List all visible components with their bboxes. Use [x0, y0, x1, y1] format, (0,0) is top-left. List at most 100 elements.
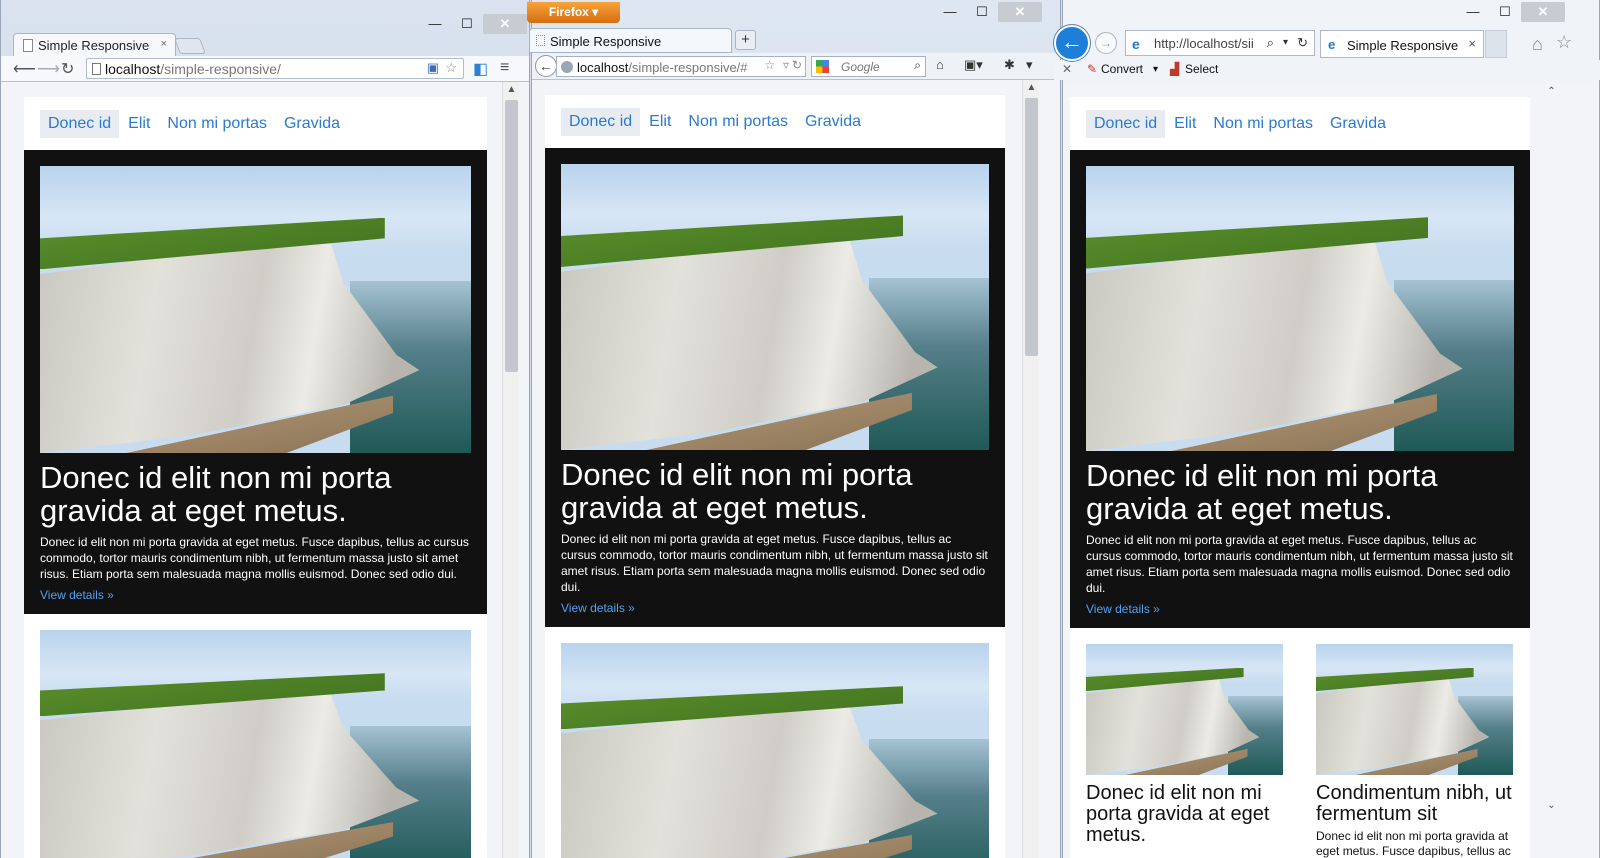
reload-icon[interactable]: ↻: [792, 58, 802, 72]
view-details-link[interactable]: View details »: [561, 601, 989, 615]
nav-donec-id[interactable]: Donec id: [40, 109, 120, 138]
close-button[interactable]: ✕: [998, 2, 1042, 22]
chrome-tab-title: Simple Responsive: [38, 38, 150, 53]
home-icon[interactable]: ⌂: [936, 57, 944, 72]
close-tab-icon[interactable]: ×: [161, 38, 167, 50]
chrome-tab[interactable]: Simple Responsive ×: [13, 33, 176, 57]
convert-button[interactable]: Convert: [1101, 62, 1143, 76]
minimize-button[interactable]: —: [419, 14, 451, 34]
nav-non-mi-portas[interactable]: Non mi portas: [680, 108, 796, 136]
home-icon[interactable]: ⌂: [1532, 34, 1543, 55]
dropdown-icon[interactable]: ▿: [783, 58, 789, 72]
firefox-tab[interactable]: Simple Responsive: [529, 28, 732, 53]
maximize-button[interactable]: ☐: [451, 14, 483, 34]
menu-icon[interactable]: ≡: [500, 59, 509, 77]
close-button[interactable]: ✕: [483, 14, 527, 34]
ie-logo-icon: e: [1328, 37, 1336, 52]
globe-icon: [561, 61, 573, 73]
new-tab-button[interactable]: [174, 38, 206, 54]
maximize-button[interactable]: ☐: [966, 2, 998, 22]
close-button[interactable]: ✕: [1521, 2, 1565, 22]
translate-icon[interactable]: ▣: [427, 60, 439, 76]
chrome-scrollbar[interactable]: ▲: [502, 82, 519, 858]
column-title: Donec id elit non mi porta gravida at eg…: [1086, 782, 1270, 846]
hero-title: Donec id elit non mi porta gravida at eg…: [40, 460, 392, 528]
ie-tab[interactable]: e Simple Responsive ×: [1320, 30, 1484, 58]
site-page: Donec id Elit Non mi portas Gravida Done…: [1070, 97, 1530, 858]
view-details-link[interactable]: View details »: [1086, 602, 1514, 616]
nav-elit[interactable]: Elit: [1166, 110, 1204, 138]
maximize-button[interactable]: ☐: [1489, 2, 1521, 22]
chrome-viewport: Donec id Elit Non mi portas Gravida Done…: [1, 82, 529, 858]
reload-icon[interactable]: ↻: [1297, 35, 1308, 51]
second-row: [545, 627, 1005, 858]
firefox-address-bar[interactable]: localhost/simple-responsive/# ☆ ▿ ↻: [556, 56, 806, 77]
cliff-photo: [40, 166, 471, 453]
favorites-icon[interactable]: ☆: [1556, 32, 1572, 53]
site-nav: Donec id Elit Non mi portas Gravida: [545, 95, 1005, 148]
firefox-search-box[interactable]: Google ⌕: [811, 56, 926, 77]
nav-gravida[interactable]: Gravida: [797, 108, 869, 136]
chrome-address-bar[interactable]: localhost/simple-responsive/ ▣ ☆: [86, 58, 464, 79]
nav-elit[interactable]: Elit: [120, 110, 158, 138]
bookmark-star-icon[interactable]: ☆: [445, 60, 457, 76]
nav-donec-id[interactable]: Donec id: [561, 107, 641, 136]
reload-icon[interactable]: ↻: [61, 59, 74, 79]
feature-column: Condimentum nibh, ut fermentum sit Donec…: [1316, 644, 1513, 858]
scroll-up-icon[interactable]: ▲: [1023, 82, 1040, 93]
scroll-down-icon[interactable]: ⌄: [1543, 800, 1560, 811]
hero-unit: Donec id elit non mi porta gravida at eg…: [24, 150, 487, 614]
nav-gravida[interactable]: Gravida: [1322, 110, 1394, 138]
select-icon: ▟: [1170, 62, 1180, 76]
new-tab-button[interactable]: [1485, 30, 1507, 58]
second-row: [24, 614, 487, 858]
bookmark-star-icon[interactable]: ☆: [764, 58, 775, 72]
overflow-icon[interactable]: ▾: [1026, 57, 1033, 73]
cliff-thumb: [1316, 644, 1513, 775]
chrome-toolbar: ⟵ ⟶ ↻ localhost/simple-responsive/ ▣ ☆ ◧…: [1, 56, 529, 82]
select-button[interactable]: Select: [1185, 62, 1218, 76]
forward-icon[interactable]: ⟶: [37, 59, 60, 79]
ie-address-bar[interactable]: e http://localhost/sii ⌕ ▾ ↻: [1125, 30, 1315, 56]
firefox-scrollbar[interactable]: ▲: [1022, 80, 1039, 858]
back-icon[interactable]: ⟵: [13, 59, 36, 79]
site-nav: Donec id Elit Non mi portas Gravida: [1070, 97, 1530, 150]
extension-icon[interactable]: ◧: [473, 59, 488, 79]
cliff-photo: [561, 164, 989, 450]
firefox-menu-button[interactable]: Firefox ▾: [527, 2, 620, 23]
nav-gravida[interactable]: Gravida: [276, 110, 348, 138]
convert-icon: ✎: [1087, 62, 1098, 76]
addon-icon[interactable]: ✱: [1004, 57, 1015, 73]
bookmarks-icon[interactable]: ▣▾: [964, 57, 983, 73]
search-icon[interactable]: ⌕: [914, 58, 921, 73]
ie-url-text: http://localhost/sii: [1154, 36, 1254, 51]
dropdown-icon[interactable]: ▾: [1283, 37, 1288, 48]
nav-elit[interactable]: Elit: [641, 108, 679, 136]
minimize-button[interactable]: —: [934, 2, 966, 22]
ie-scrollbar[interactable]: ⌃ ⌄: [1543, 82, 1560, 858]
back-icon[interactable]: ←: [1054, 25, 1090, 61]
nav-non-mi-portas[interactable]: Non mi portas: [159, 110, 275, 138]
ie-viewport: Donec id Elit Non mi portas Gravida Done…: [1063, 82, 1599, 858]
url-path: /simple-responsive/#: [628, 60, 748, 75]
search-icon[interactable]: ⌕: [1267, 35, 1274, 51]
ie-command-bar: ✕ ✎ Convert ▾ ▟ Select: [1054, 60, 1600, 80]
back-icon[interactable]: ←: [535, 55, 557, 77]
ie-window: — ☐ ✕ Donec id Elit Non mi portas Gravid…: [1062, 0, 1600, 858]
minimize-button[interactable]: —: [1457, 2, 1489, 22]
close-bar-icon[interactable]: ✕: [1062, 62, 1072, 76]
new-tab-button[interactable]: +: [735, 30, 756, 50]
scroll-thumb[interactable]: [505, 100, 518, 372]
nav-donec-id[interactable]: Donec id: [1086, 109, 1166, 138]
convert-dropdown-icon[interactable]: ▾: [1153, 64, 1158, 75]
scroll-thumb[interactable]: [1025, 98, 1038, 356]
column-text: Donec id elit non mi porta gravida at eg…: [1316, 829, 1511, 858]
nav-non-mi-portas[interactable]: Non mi portas: [1205, 110, 1321, 138]
forward-icon[interactable]: →: [1095, 32, 1117, 54]
scroll-up-icon[interactable]: ▲: [503, 84, 520, 95]
view-details-link[interactable]: View details »: [40, 588, 471, 602]
firefox-window-controls: — ☐ ✕: [934, 2, 1042, 22]
scroll-up-icon[interactable]: ⌃: [1543, 86, 1560, 97]
hero-title: Donec id elit non mi porta gravida at eg…: [1086, 458, 1438, 526]
close-tab-icon[interactable]: ×: [1468, 36, 1476, 51]
